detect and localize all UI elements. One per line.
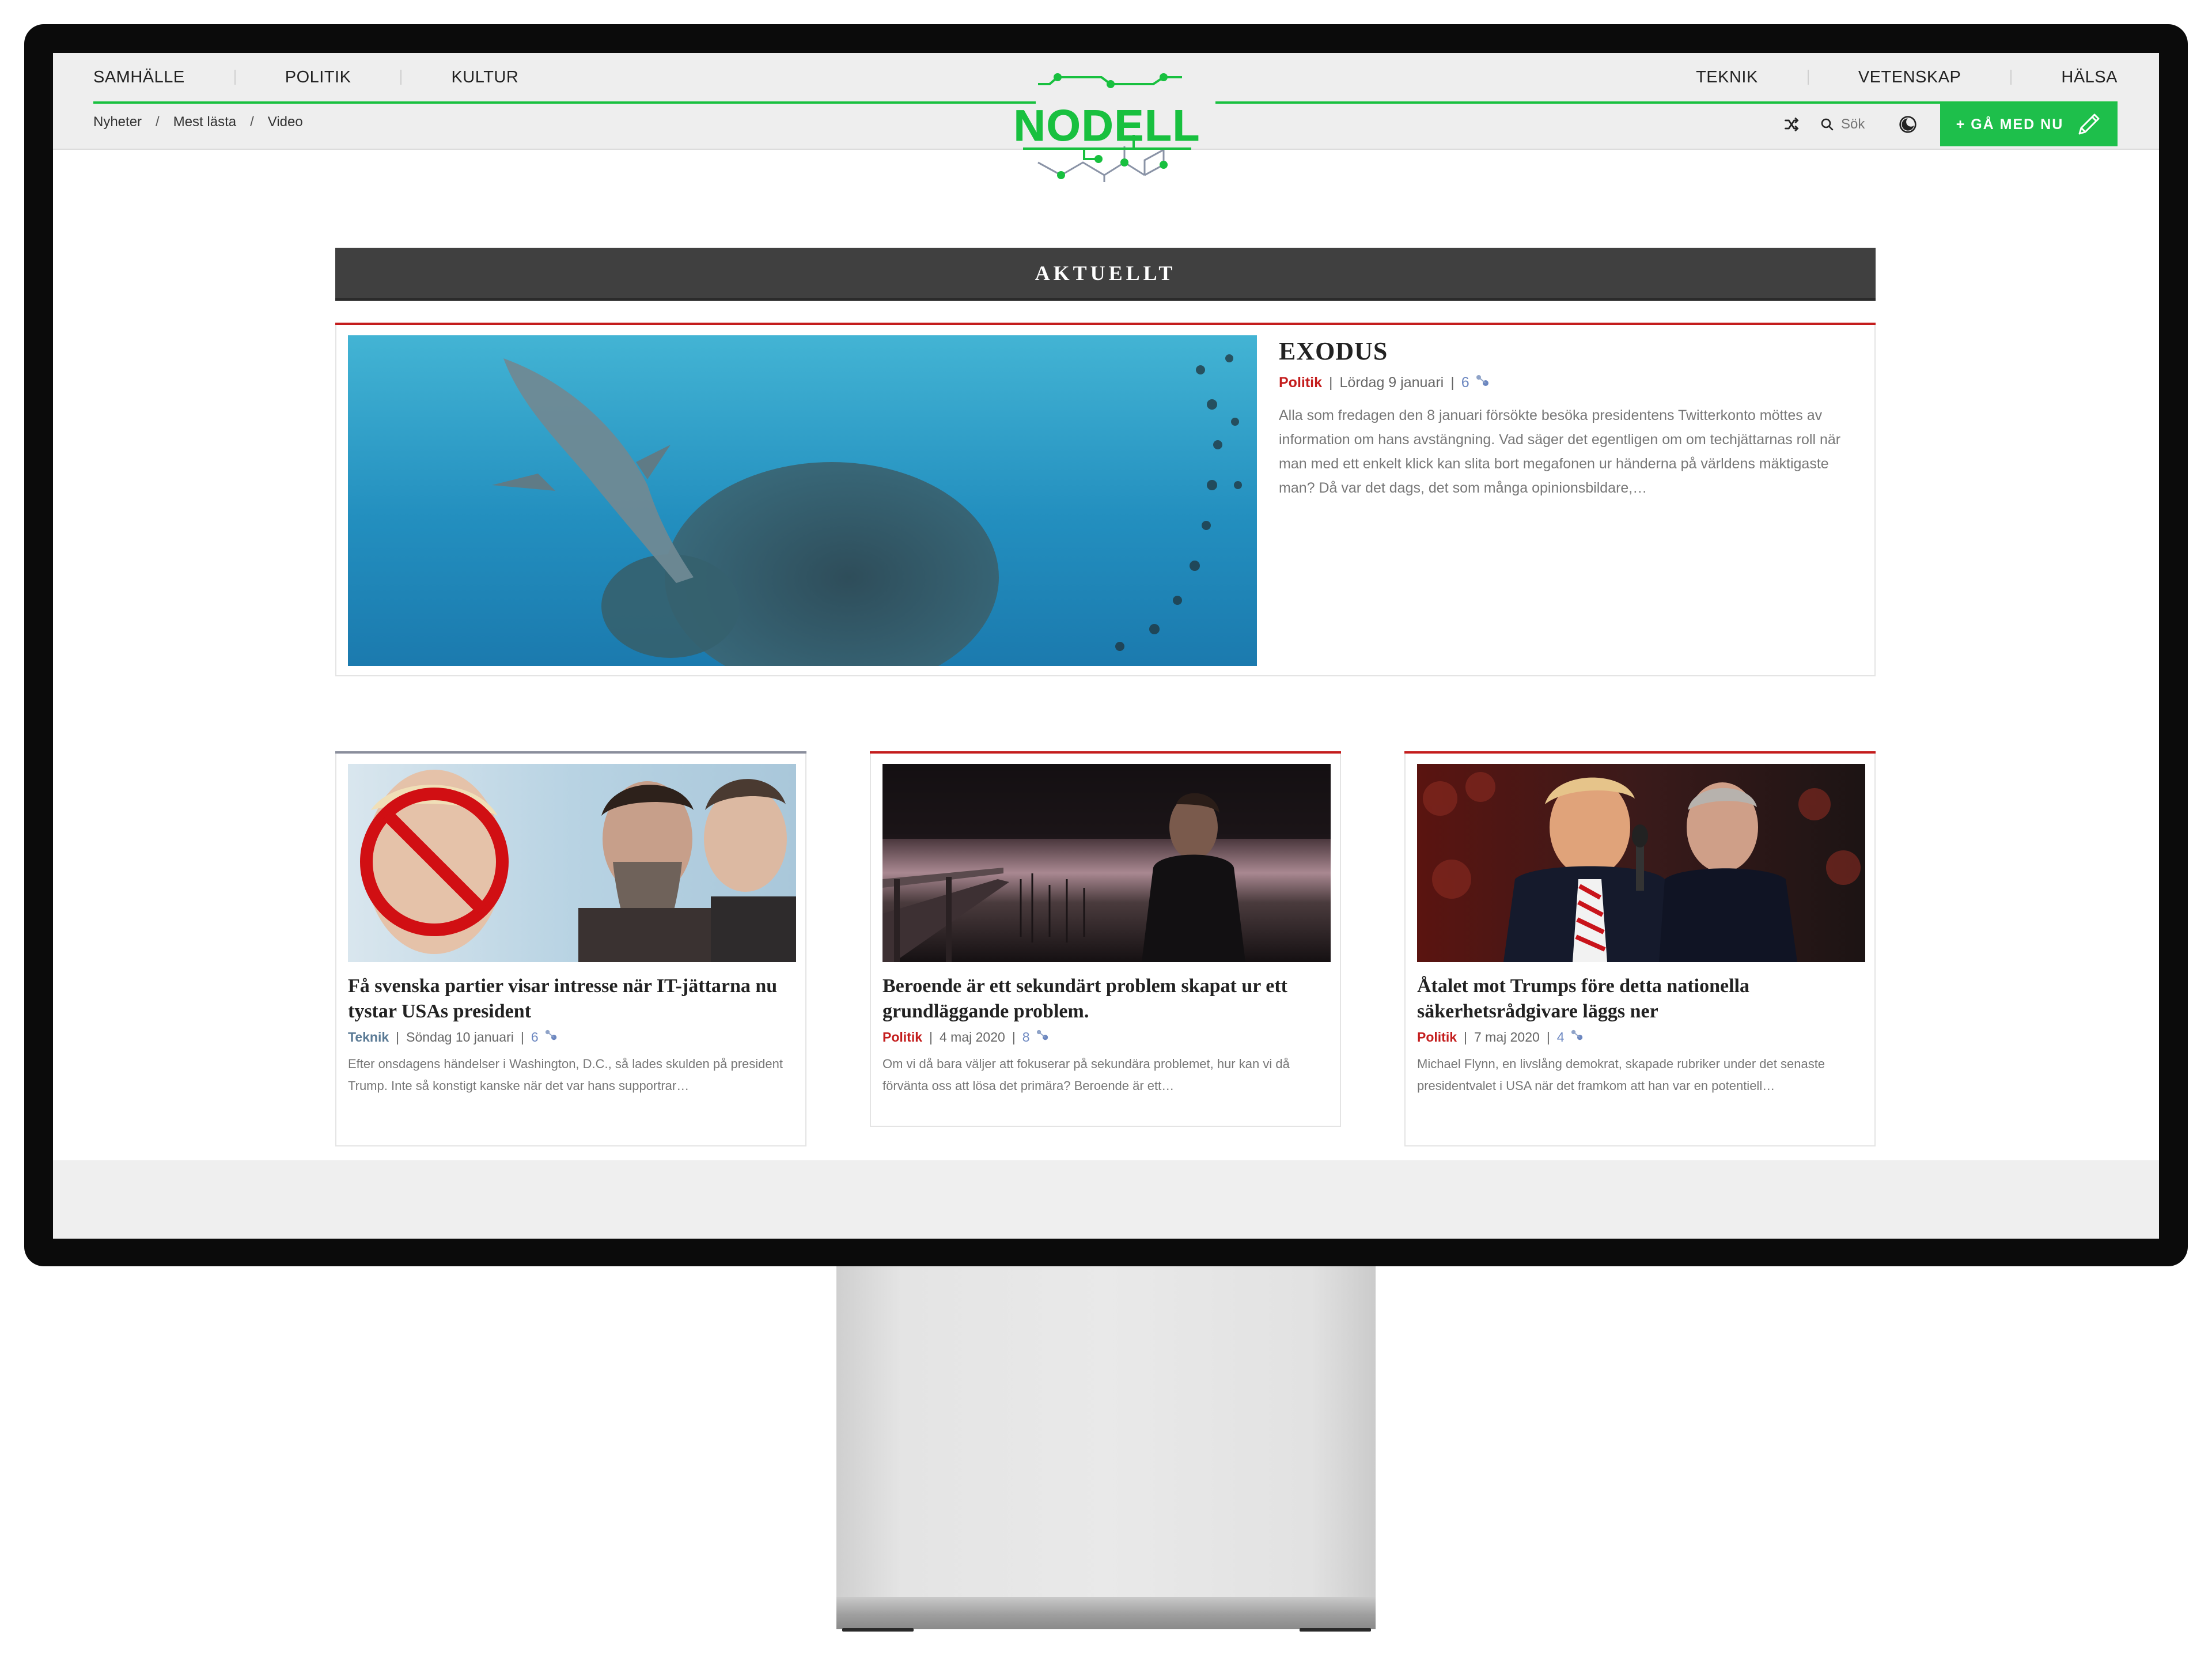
article-title[interactable]: Åtalet mot Trumps före detta nationella …	[1417, 974, 1865, 1024]
monitor-foot-left	[842, 1628, 914, 1632]
breadcrumb: Nyheter / Mest lästa / Video	[93, 111, 303, 134]
featured-article-meta: Politik | Lördag 9 januari | 6	[1279, 374, 1855, 392]
meta-separator: |	[520, 1029, 524, 1044]
nav-item-samhalle[interactable]: SAMHÄLLE	[93, 68, 185, 87]
breadcrumb-separator: /	[156, 114, 160, 130]
nodes-icon	[543, 1029, 559, 1045]
monitor-foot-right	[1300, 1628, 1371, 1632]
article-image[interactable]	[882, 764, 1331, 962]
svg-text:NODELL: NODELL	[1015, 101, 1199, 150]
search-icon[interactable]	[1818, 115, 1836, 134]
featured-article[interactable]: EXODUS Politik | Lördag 9 januari | 6 Al…	[335, 323, 1876, 692]
meta-separator: |	[1464, 1029, 1467, 1044]
nav-item-halsa[interactable]: HÄLSA	[2061, 68, 2118, 87]
comment-count[interactable]: 8	[1022, 1030, 1030, 1045]
featured-article-title[interactable]: EXODUS	[1279, 336, 1855, 366]
nodes-icon	[1035, 1029, 1051, 1045]
header-divider-left	[93, 101, 1036, 104]
comment-count[interactable]: 6	[1461, 374, 1469, 391]
featured-article-body: EXODUS Politik | Lördag 9 januari | 6 Al…	[1279, 336, 1855, 500]
breadcrumb-video[interactable]: Video	[268, 114, 303, 130]
monitor-stand	[836, 1266, 1376, 1600]
primary-nav-right: TEKNIK VETENSKAP HÄLSA	[1696, 53, 2118, 101]
meta-separator: |	[1329, 374, 1333, 391]
site-header: SAMHÄLLE POLITIK KULTUR TEKNIK VETENSKAP…	[53, 53, 2159, 186]
section-header: AKTUELLT	[335, 248, 1876, 301]
nav-separator	[1807, 70, 1809, 85]
comment-count[interactable]: 4	[1557, 1030, 1565, 1045]
article-category[interactable]: Politik	[882, 1030, 922, 1045]
nav-item-teknik[interactable]: TEKNIK	[1696, 68, 1758, 87]
article-body: Åtalet mot Trumps före detta nationella …	[1417, 974, 1865, 1097]
article-card[interactable]: Åtalet mot Trumps före detta nationella …	[1404, 751, 1876, 1146]
nodes-icon	[1569, 1029, 1585, 1045]
nodes-icon	[1474, 374, 1491, 392]
article-excerpt: Efter onsdagens händelser i Washington, …	[348, 1057, 783, 1093]
dark-mode-toggle-icon[interactable]	[1899, 115, 1917, 134]
nodell-logo-icon: NODELL	[1013, 73, 1200, 186]
nav-item-kultur[interactable]: KULTUR	[451, 68, 518, 87]
meta-separator: |	[929, 1029, 933, 1044]
featured-article-image[interactable]	[348, 335, 1257, 692]
article-category[interactable]: Politik	[1279, 374, 1322, 391]
nav-separator	[234, 70, 236, 85]
article-meta: Politik | 4 maj 2020 | 8	[882, 1029, 1331, 1045]
article-excerpt: Michael Flynn, en livslång demokrat, ska…	[1417, 1057, 1825, 1093]
article-image[interactable]	[1417, 764, 1865, 962]
article-meta: Politik | 7 maj 2020 | 4	[1417, 1029, 1865, 1045]
section-title: AKTUELLT	[1035, 261, 1176, 285]
pencil-icon	[2078, 113, 2100, 135]
article-excerpt: Om vi då bara väljer att fokuserar på se…	[882, 1057, 1290, 1093]
breadcrumb-separator: /	[250, 114, 254, 130]
nav-item-vetenskap[interactable]: VETENSKAP	[1858, 68, 1961, 87]
article-date: 4 maj 2020	[940, 1029, 1005, 1044]
meta-separator: |	[1546, 1029, 1550, 1044]
article-meta: Teknik | Söndag 10 januari | 6	[348, 1029, 796, 1045]
featured-article-excerpt: Alla som fredagen den 8 januari försökte…	[1279, 407, 1841, 496]
article-card[interactable]: Beroende är ett sekundärt problem skapat…	[870, 751, 1341, 1127]
meta-separator: |	[1012, 1029, 1016, 1044]
browser-viewport: SAMHÄLLE POLITIK KULTUR TEKNIK VETENSKAP…	[53, 53, 2159, 1239]
primary-nav-left: SAMHÄLLE POLITIK KULTUR	[93, 53, 518, 101]
article-date: 7 maj 2020	[1474, 1029, 1540, 1044]
nav-item-politik[interactable]: POLITIK	[285, 68, 351, 87]
nav-separator	[2010, 70, 2012, 85]
article-body: Beroende är ett sekundärt problem skapat…	[882, 974, 1331, 1097]
breadcrumb-mest-lasta[interactable]: Mest lästa	[173, 114, 236, 130]
article-title[interactable]: Beroende är ett sekundärt problem skapat…	[882, 974, 1331, 1024]
breadcrumb-nyheter[interactable]: Nyheter	[93, 114, 142, 130]
article-category[interactable]: Politik	[1417, 1030, 1457, 1045]
article-card[interactable]: Få svenska partier visar intresse när IT…	[335, 751, 806, 1146]
monitor-stand-base	[836, 1597, 1376, 1629]
article-category[interactable]: Teknik	[348, 1030, 389, 1045]
article-date: Söndag 10 januari	[406, 1029, 514, 1044]
meta-separator: |	[396, 1029, 400, 1044]
article-image[interactable]	[348, 764, 796, 962]
shuffle-icon[interactable]	[1782, 115, 1801, 134]
join-now-button[interactable]: + GÅ MED NU	[1940, 103, 2118, 146]
search-input[interactable]	[1841, 116, 1876, 133]
nav-separator	[400, 70, 402, 85]
header-tools: + GÅ MED NU	[1782, 103, 2118, 146]
article-title[interactable]: Få svenska partier visar intresse när IT…	[348, 974, 796, 1024]
join-now-label: + GÅ MED NU	[1956, 116, 2064, 133]
page-footer	[53, 1160, 2159, 1239]
site-logo[interactable]: NODELL	[1013, 60, 1200, 186]
article-body: Få svenska partier visar intresse när IT…	[348, 974, 796, 1097]
search-box[interactable]	[1818, 115, 1876, 134]
article-date: Lördag 9 januari	[1339, 374, 1444, 391]
meta-separator: |	[1450, 374, 1455, 391]
comment-count[interactable]: 6	[531, 1030, 539, 1045]
